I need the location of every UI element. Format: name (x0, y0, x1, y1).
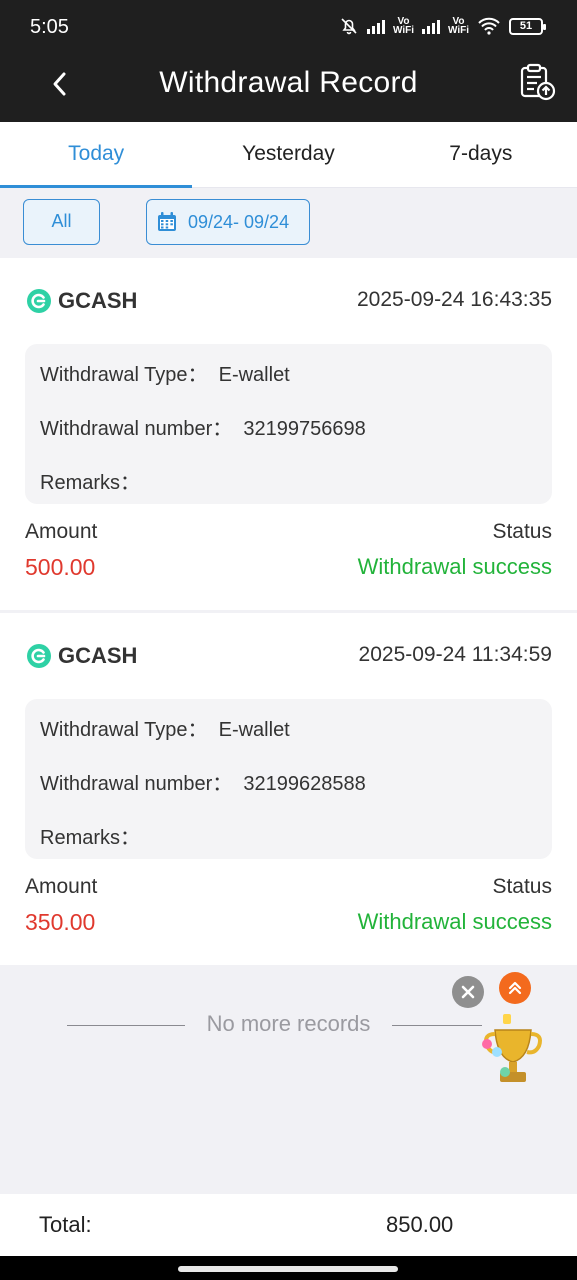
signal-icon (421, 18, 440, 34)
close-float-button[interactable] (452, 976, 484, 1008)
date-range-button[interactable]: 09/24- 09/24 (146, 199, 310, 245)
clipboard-upload-icon (520, 63, 556, 101)
tab-yesterday[interactable]: Yesterday (192, 122, 384, 187)
record-details: Withdrawal Type： E-wallet Withdrawal num… (25, 344, 552, 504)
date-range-label: 09/24- 09/24 (188, 211, 290, 232)
signal-icon (366, 18, 385, 34)
withdrawal-type-row: Withdrawal Type： E-wallet (40, 719, 290, 741)
total-bar: Total: 850.00 (0, 1194, 577, 1256)
page-title: Withdrawal Record (159, 66, 418, 99)
amount-label: Amount (25, 520, 98, 543)
remarks-row: Remarks： (40, 827, 141, 849)
export-record-button[interactable] (517, 62, 557, 102)
filter-row: All 09/24- 09/24 (0, 188, 577, 258)
record-time: 2025-09-24 11:34:59 (358, 643, 552, 666)
gcash-logo-icon (27, 289, 51, 313)
double-chevron-up-icon (508, 981, 522, 995)
tab-today[interactable]: Today (0, 122, 193, 188)
wifi-icon (478, 17, 500, 35)
amount-value: 500.00 (25, 554, 96, 580)
app-header: Withdrawal Record (0, 46, 577, 122)
channel-name: GCASH (58, 288, 138, 313)
total-value: 850.00 (386, 1212, 454, 1237)
gcash-logo-icon (27, 644, 51, 668)
close-icon (461, 985, 475, 999)
record-card[interactable]: GCASH 2025-09-24 16:43:35 Withdrawal Typ… (0, 258, 577, 610)
status-label: Status (492, 520, 552, 543)
withdrawal-number-row: Withdrawal number： 32199756698 (40, 418, 366, 440)
mute-bell-icon (341, 18, 357, 35)
vowifi-icon: Vo WiFi (447, 16, 469, 36)
trophy-icon[interactable] (479, 1012, 549, 1090)
date-tabs: Today Yesterday 7-days (0, 122, 577, 188)
vowifi-icon: Vo WiFi (392, 16, 414, 36)
total-label: Total: (39, 1212, 92, 1237)
scroll-top-button[interactable] (499, 972, 531, 1004)
channel-name: GCASH (58, 643, 138, 668)
status-bar: 5:05 Vo WiFi Vo WiFi 51 (0, 0, 577, 46)
all-filter-button[interactable]: All (23, 199, 100, 245)
record-details: Withdrawal Type： E-wallet Withdrawal num… (25, 699, 552, 859)
withdrawal-type-row: Withdrawal Type： E-wallet (40, 364, 290, 386)
divider (392, 1025, 482, 1026)
remarks-row: Remarks： (40, 472, 141, 494)
status-time: 5:05 (30, 16, 69, 38)
tab-7-days[interactable]: 7-days (385, 122, 577, 187)
channel: GCASH (26, 643, 137, 669)
calendar-icon (158, 212, 176, 231)
record-time: 2025-09-24 16:43:35 (357, 288, 552, 311)
record-card[interactable]: GCASH 2025-09-24 11:34:59 Withdrawal Typ… (0, 613, 577, 965)
amount-label: Amount (25, 875, 98, 898)
withdrawal-number-row: Withdrawal number： 32199628588 (40, 773, 366, 795)
amount-value: 350.00 (25, 909, 96, 935)
battery-icon: 51 (509, 17, 546, 35)
status-value: Withdrawal success (357, 909, 552, 934)
home-gesture-bar[interactable] (178, 1266, 398, 1272)
system-nav-bar (0, 1256, 577, 1280)
status-label: Status (492, 875, 552, 898)
status-icons: Vo WiFi Vo WiFi 51 (339, 16, 546, 36)
status-value: Withdrawal success (357, 554, 552, 579)
channel: GCASH (26, 288, 137, 314)
